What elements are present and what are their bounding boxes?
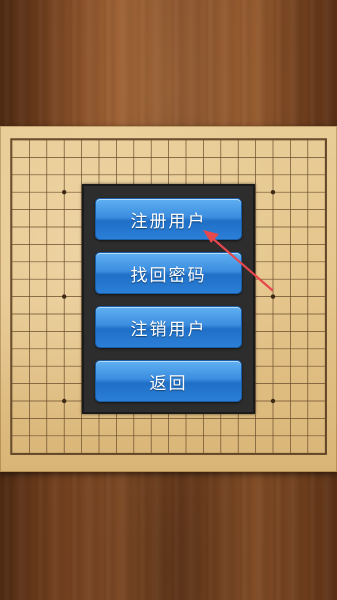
star-point bbox=[61, 294, 67, 299]
star-point bbox=[61, 190, 67, 195]
star-point bbox=[270, 294, 276, 299]
back-button[interactable]: 返回 bbox=[95, 360, 242, 402]
star-point bbox=[61, 398, 67, 404]
star-point bbox=[270, 398, 276, 404]
register-user-button[interactable]: 注册用户 bbox=[95, 198, 242, 240]
star-point bbox=[270, 190, 276, 195]
recover-password-button[interactable]: 找回密码 bbox=[95, 252, 242, 294]
unregister-user-button[interactable]: 注销用户 bbox=[95, 306, 242, 348]
